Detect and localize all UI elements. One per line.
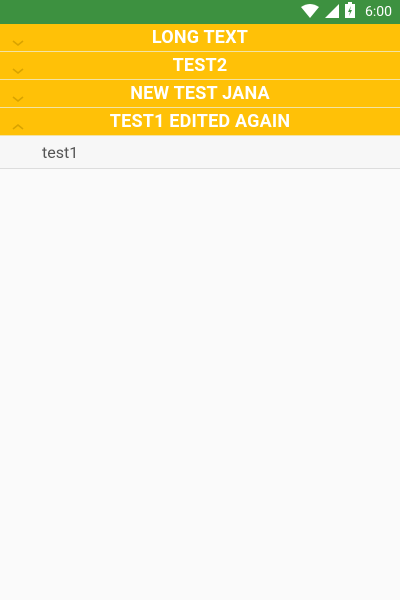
group-title: NEW TEST JANA [130, 83, 270, 104]
chevron-down-icon [11, 89, 25, 102]
status-time: 6:00 [365, 4, 392, 20]
group-title: TEST2 [172, 55, 228, 76]
group-header-test2[interactable]: TEST2 [0, 52, 400, 80]
chevron-up-icon [11, 117, 25, 130]
wifi-icon [301, 3, 319, 22]
group-header-long-text[interactable]: LONG TEXT [0, 24, 400, 52]
chevron-down-icon [11, 61, 25, 74]
group-header-new-test-jana[interactable]: NEW TEST JANA [0, 80, 400, 108]
chevron-down-icon [11, 33, 25, 46]
child-item-label: test1 [42, 142, 79, 162]
battery-icon [345, 2, 355, 22]
group-title: LONG TEXT [151, 27, 249, 48]
status-bar: 6:00 [0, 0, 400, 24]
group-title: TEST1 EDITED AGAIN [109, 111, 291, 132]
group-header-test1-edited-again[interactable]: TEST1 EDITED AGAIN [0, 108, 400, 136]
child-item-test1[interactable]: test1 [0, 136, 400, 169]
status-icons: 6:00 [301, 2, 392, 22]
expandable-list: LONG TEXT TEST2 NEW TEST JANA TEST1 EDIT… [0, 24, 400, 169]
signal-icon [325, 3, 339, 22]
